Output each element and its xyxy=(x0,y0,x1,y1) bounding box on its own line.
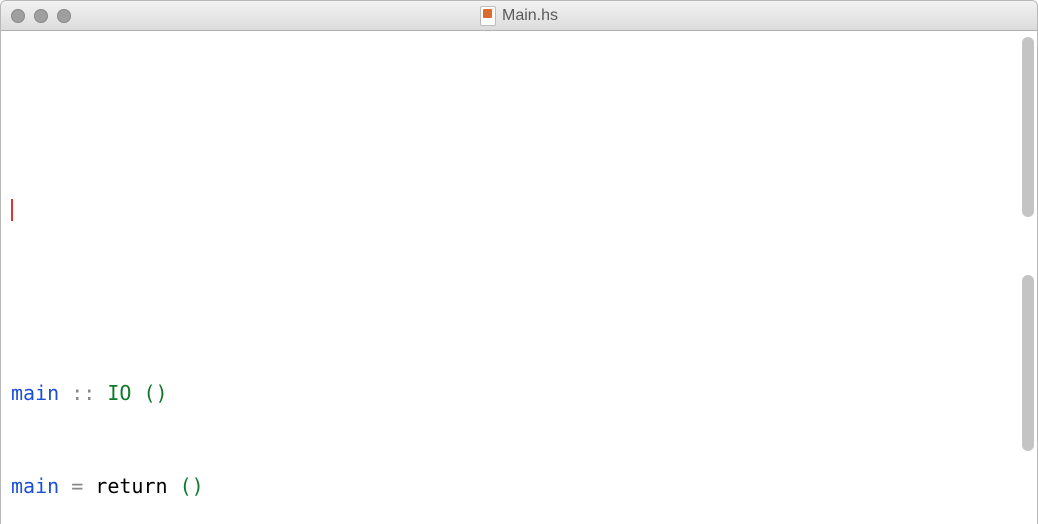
file-icon xyxy=(480,6,496,26)
cursor-line xyxy=(11,192,1027,223)
scrollbar-source[interactable] xyxy=(1022,37,1034,217)
source-buffer[interactable]: main :: IO () main = return () · ·· ·· · xyxy=(1,31,1037,524)
title-center: Main.hs xyxy=(1,6,1037,26)
editor-area: main :: IO () main = return () · ·· ·· ·… xyxy=(1,31,1037,524)
identifier-return: return xyxy=(95,474,167,498)
code-line-1: main :: IO () xyxy=(11,378,1027,409)
unit-type: () xyxy=(131,381,167,405)
traffic-lights xyxy=(11,9,71,23)
window-titlebar: Main.hs xyxy=(1,1,1037,31)
close-icon[interactable] xyxy=(11,9,25,23)
code-line-2: main = return () xyxy=(11,471,1027,502)
identifier-main: main xyxy=(11,474,59,498)
zoom-icon[interactable] xyxy=(57,9,71,23)
type-io: IO xyxy=(107,381,131,405)
unit-value: () xyxy=(168,474,204,498)
scrollbar-repl[interactable] xyxy=(1022,275,1034,451)
window-title: Main.hs xyxy=(502,7,558,25)
text-cursor xyxy=(11,199,13,221)
minimize-icon[interactable] xyxy=(34,9,48,23)
identifier-main: main xyxy=(11,381,59,405)
equals: = xyxy=(59,474,95,498)
type-sep: :: xyxy=(59,381,107,405)
